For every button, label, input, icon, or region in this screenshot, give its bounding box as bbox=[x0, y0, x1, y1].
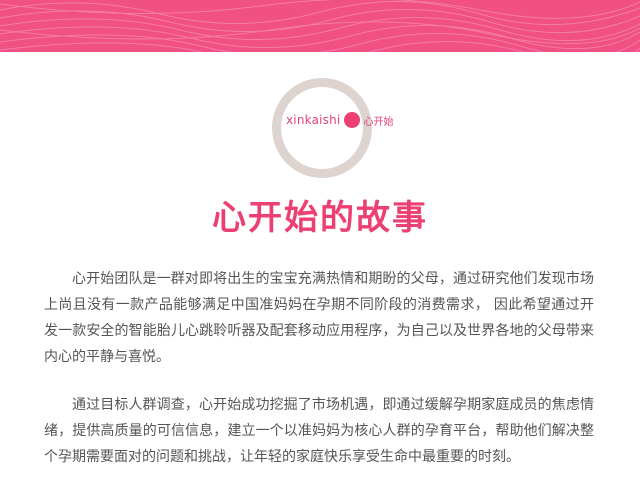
story-paragraph-2: 通过目标人群调查，心开始成功挖掘了市场机遇，即通过缓解孕期家庭成员的焦虑情绪，提… bbox=[44, 397, 594, 465]
page-title: 心开始的故事 bbox=[212, 198, 428, 238]
header-banner bbox=[0, 0, 640, 52]
story-paragraph-1: 心开始团队是一群对即将出生的宝宝充满热情和期盼的父母，通过研究他们发现市场上尚且… bbox=[44, 271, 594, 365]
logo-text-cn: 心开始 bbox=[363, 116, 394, 128]
wave-pattern bbox=[0, 0, 640, 52]
logo-dot-icon bbox=[344, 112, 361, 128]
logo-text-en: xinkaishi bbox=[286, 113, 341, 127]
brand-logo: xinkaishi 心开始 bbox=[286, 110, 393, 130]
